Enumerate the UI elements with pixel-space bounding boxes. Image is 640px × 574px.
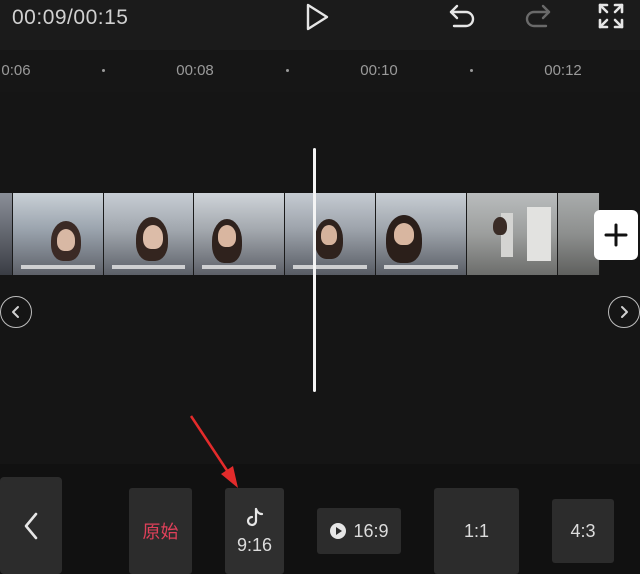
redo-button[interactable]	[520, 0, 554, 32]
plus-icon	[604, 223, 628, 247]
play-button[interactable]	[300, 0, 334, 34]
clip-thumbnail	[375, 193, 467, 275]
ratio-label: 16:9	[353, 520, 389, 541]
ruler-dot	[470, 69, 473, 72]
ratio-option-9-16[interactable]: 9:16	[225, 488, 284, 574]
ruler-tick: 00:10	[360, 62, 398, 79]
ruler-tick: 00:12	[544, 62, 582, 79]
ratio-option-4-3[interactable]: 4:3	[552, 499, 614, 563]
play-icon	[306, 3, 329, 31]
clip-thumbnail	[103, 193, 195, 275]
playhead[interactable]	[313, 148, 316, 392]
ratio-label: 1:1	[463, 520, 490, 541]
chevron-left-icon	[12, 306, 19, 318]
tiktok-icon	[246, 507, 263, 526]
undo-button[interactable]	[446, 0, 480, 32]
chevron-right-icon	[621, 306, 628, 318]
time-ruler: 0:06 00:08 00:10 00:12	[0, 50, 640, 92]
top-toolbar: 00:09/00:15	[0, 0, 640, 50]
chevron-left-icon	[24, 512, 38, 539]
ruler-tick: 00:08	[176, 62, 214, 79]
ratio-option-original[interactable]: 原始	[129, 488, 192, 574]
ruler-tick: 0:06	[1, 62, 31, 79]
add-clip-button[interactable]	[594, 210, 638, 260]
back-button[interactable]	[0, 477, 62, 574]
redo-icon	[525, 4, 551, 28]
clip-thumbnail	[12, 193, 104, 275]
clip-thumbnail	[466, 193, 558, 275]
ratio-label: 4:3	[570, 520, 596, 541]
fullscreen-button[interactable]	[594, 0, 628, 32]
ruler-dot	[102, 69, 105, 72]
ratio-label: 原始	[142, 522, 179, 542]
fullscreen-icon	[598, 3, 624, 29]
video-clip-strip[interactable]	[0, 193, 600, 275]
undo-icon	[449, 4, 475, 28]
play-badge-icon	[330, 523, 347, 539]
timeline-track[interactable]	[0, 92, 640, 464]
scroll-right-button[interactable]	[608, 296, 640, 328]
ruler-dot	[286, 69, 289, 72]
clip-thumbnail	[0, 193, 13, 275]
ratio-option-1-1[interactable]: 1:1	[434, 488, 519, 574]
clip-thumbnail	[194, 193, 286, 275]
playback-time: 00:09/00:15	[12, 6, 129, 29]
scroll-left-button[interactable]	[0, 296, 32, 328]
ratio-option-16-9[interactable]: 16:9	[317, 508, 401, 554]
ratio-label: 9:16	[236, 534, 273, 555]
clip-thumbnail	[285, 193, 376, 275]
